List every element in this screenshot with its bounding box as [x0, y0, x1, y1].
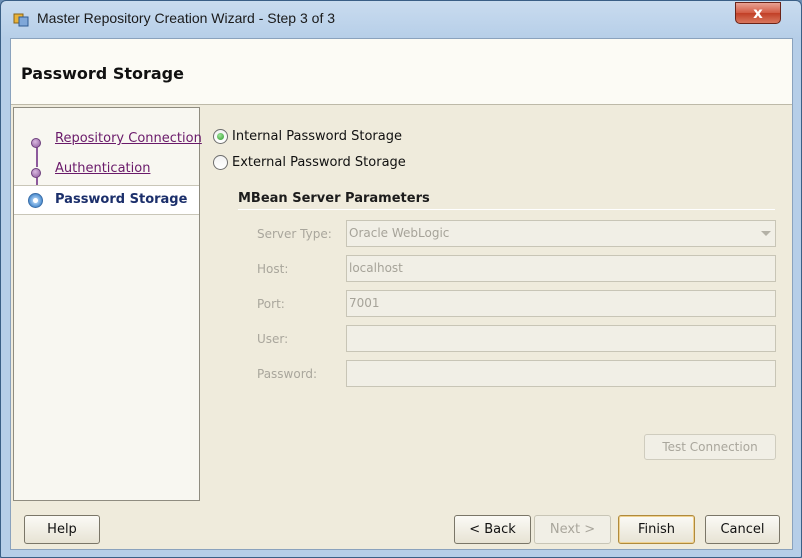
window-title: Master Repository Creation Wizard - Step…	[37, 10, 336, 26]
help-button[interactable]: Help	[24, 515, 100, 544]
step-label: Password Storage	[55, 192, 188, 207]
port-label: Port:	[257, 297, 285, 311]
wizard-body: Password Storage Repository Connection A…	[10, 38, 793, 550]
wizard-window: Master Repository Creation Wizard - Step…	[0, 0, 802, 558]
radio-label: Internal Password Storage	[232, 129, 402, 144]
password-input[interactable]	[346, 360, 776, 387]
finish-button[interactable]: Finish	[618, 515, 695, 544]
server-type-value: Oracle WebLogic	[349, 226, 450, 240]
radio-label: External Password Storage	[232, 155, 406, 170]
close-button[interactable]: x	[735, 2, 781, 24]
step-repository-connection[interactable]: Repository Connection	[14, 126, 202, 152]
server-type-select[interactable]: Oracle WebLogic	[346, 220, 776, 247]
password-label: Password:	[257, 367, 318, 381]
close-icon: x	[753, 4, 763, 22]
page-title: Password Storage	[21, 64, 184, 83]
chevron-down-icon	[761, 231, 771, 236]
step-visited-icon	[31, 138, 41, 148]
cancel-button[interactable]: Cancel	[705, 515, 780, 544]
main-panel: Internal Password Storage External Passw…	[201, 107, 790, 501]
test-connection-button[interactable]: Test Connection	[644, 434, 776, 460]
step-visited-icon	[31, 168, 41, 178]
steps-panel: Repository Connection Authentication Pas…	[13, 107, 202, 501]
step-label: Authentication	[55, 161, 151, 176]
step-password-storage[interactable]: Password Storage	[14, 185, 199, 215]
host-label: Host:	[257, 262, 289, 276]
section-divider	[238, 209, 775, 210]
step-current-icon	[28, 193, 43, 208]
radio-internal[interactable]	[213, 129, 228, 144]
next-button[interactable]: Next >	[534, 515, 611, 544]
server-type-label: Server Type:	[257, 227, 332, 241]
app-icon	[13, 11, 29, 27]
port-input[interactable]: 7001	[346, 290, 776, 317]
back-button[interactable]: < Back	[454, 515, 531, 544]
radio-external[interactable]	[213, 155, 228, 170]
header-band: Password Storage	[11, 39, 792, 105]
step-label: Repository Connection	[55, 131, 202, 146]
user-input[interactable]	[346, 325, 776, 352]
section-title: MBean Server Parameters	[238, 191, 430, 206]
step-authentication[interactable]: Authentication	[14, 156, 199, 182]
host-input[interactable]: localhost	[346, 255, 776, 282]
user-label: User:	[257, 332, 289, 346]
title-bar[interactable]: Master Repository Creation Wizard - Step…	[1, 1, 801, 37]
